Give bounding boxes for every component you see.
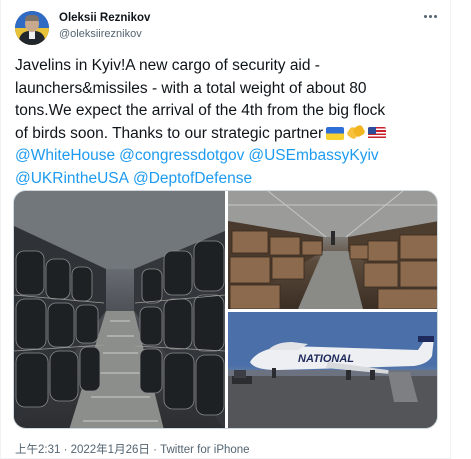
ukraine-flag-icon [326,126,345,140]
mention-whitehouse[interactable]: @WhiteHouse [15,147,115,164]
mention-us-embassy-kyiv[interactable]: @USEmbassyKyiv [248,147,378,164]
more-dot-icon [433,14,437,18]
tweet-text-line: launchers&missiles - with a total weight… [15,79,367,97]
tweet-text-line: Javelins in Kyiv!A new cargo of security… [15,57,320,74]
avatar-collar [29,31,35,39]
tweet-text-line-with-emoji: of birds soon. Thanks to our strategic p… [15,123,447,146]
cargo-hold-javelin-crates-photo[interactable] [14,191,225,428]
us-flag-icon [368,126,387,140]
tweet-text-line: tons.We expect the arrival of the 4th fr… [15,102,386,119]
more-dot-icon [423,14,427,18]
avatar-hair [25,15,39,21]
tweet-card: Oleksii Reznikov @oleksiireznikov Javeli… [0,0,451,459]
cargo-plane-illustration: NATIONAL [228,336,437,428]
mention-congress[interactable]: @congressdotgov [119,147,244,164]
media-grid: NATIONAL [13,190,438,429]
mention-dept-of-defense[interactable]: @DeptofDefense [133,170,252,187]
more-dot-icon [428,14,432,18]
handshake-icon [346,123,366,140]
cargo-plane-national-photo[interactable]: NATIONAL [228,312,437,428]
cargo-pallets-illustration [228,191,437,309]
plane-national-label: NATIONAL [298,353,354,365]
tweet-text: Javelins in Kyiv!A new cargo of security… [15,55,447,190]
avatar[interactable] [15,11,49,45]
mention-ukr-in-the-usa[interactable]: @UKRintheUSA [15,170,129,187]
author-name[interactable]: Oleksii Reznikov [59,12,150,24]
more-options-button[interactable] [419,6,441,26]
mentions-line: @WhiteHouse @congressdotgov @USEmbassyKyiv [15,145,447,168]
author-handle[interactable]: @oleksiireznikov [59,28,142,40]
cargo-hold-illustration [14,191,225,428]
tweet-text-line: of birds soon. Thanks to our strategic p… [15,124,324,142]
tweet-timestamp[interactable]: 上午2:31 · 2022年1月26日 · Twitter for iPhone [15,441,250,457]
mentions-line: @UKRintheUSA @DeptofDefense [15,168,447,191]
cargo-pallets-photo[interactable] [228,191,437,309]
